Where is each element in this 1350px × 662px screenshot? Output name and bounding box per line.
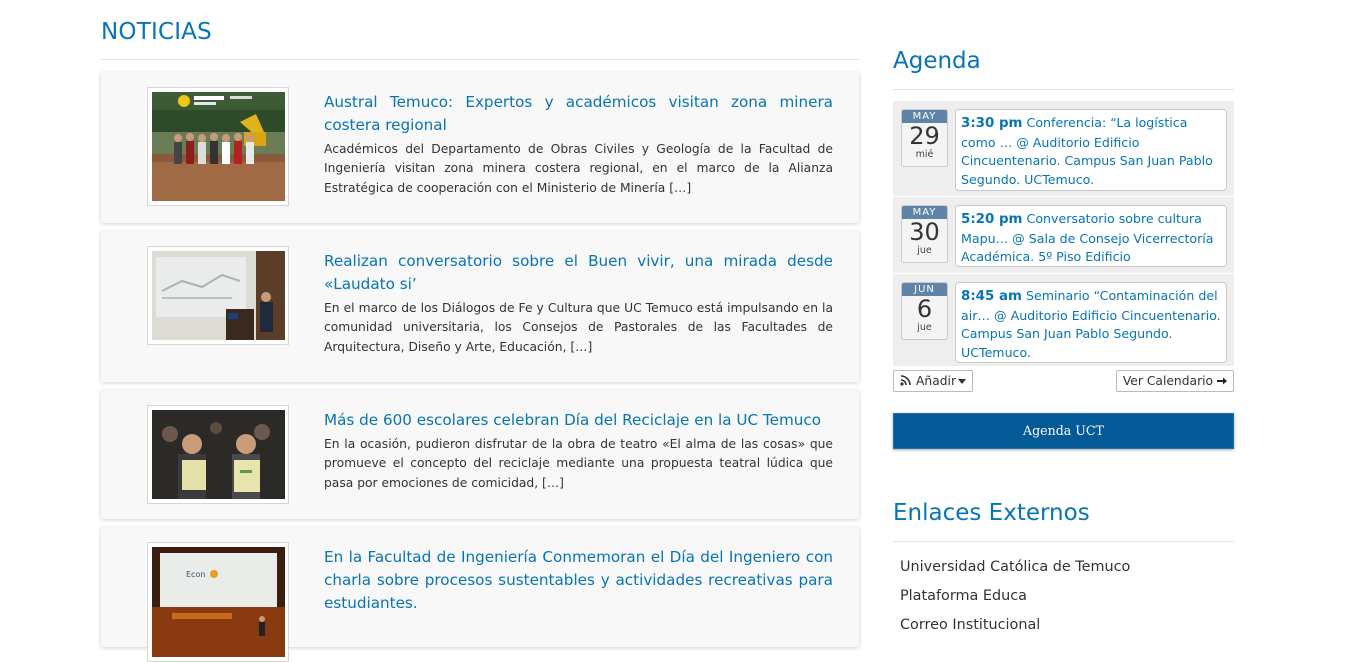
- external-links-heading: Enlaces Externos: [893, 500, 1090, 526]
- news-card-body: Austral Temuco: Expertos y académicos vi…: [324, 91, 833, 198]
- news-thumbnail[interactable]: [147, 405, 289, 504]
- event-date-badge: MAY 29 mié: [901, 109, 948, 167]
- news-card: Econ En la Facultad de Ingeniería Conmem…: [101, 527, 859, 662]
- svg-text:Econ: Econ: [186, 570, 205, 579]
- news-card-body: Más de 600 escolares celebran Día del Re…: [324, 409, 833, 493]
- news-thumbnail[interactable]: [147, 246, 289, 345]
- speaker-at-podium-photo: [152, 251, 285, 340]
- news-card: Realizan conversatorio sobre el Buen viv…: [101, 231, 859, 382]
- external-link[interactable]: Plataforma Educa: [900, 582, 1130, 611]
- group-at-mining-site-photo: [152, 92, 285, 201]
- news-card-body: En la Facultad de Ingeniería Conmemoran …: [324, 546, 833, 618]
- agenda-event: MAY 29 mié 3:30 pm Conferencia: “La logí…: [893, 101, 1234, 196]
- add-label: Añadir: [916, 374, 957, 388]
- external-links-list: Universidad Católica de Temuco Plataform…: [900, 553, 1130, 640]
- event-day: 30: [909, 218, 940, 246]
- view-calendar-label: Ver Calendario: [1122, 374, 1214, 388]
- agenda-event: JUN 6 jue 8:45 am Seminario “Contaminaci…: [893, 274, 1234, 366]
- news-title-link[interactable]: Austral Temuco: Expertos y académicos vi…: [324, 91, 833, 137]
- event-time: 5:20 pm: [961, 212, 1023, 227]
- arrow-right-icon: [1217, 377, 1227, 385]
- event-weekday: jue: [917, 322, 932, 333]
- agenda-heading: Agenda: [893, 48, 981, 74]
- event-details-link[interactable]: 3:30 pm Conferencia: “La logística como …: [955, 109, 1227, 191]
- event-weekday: mié: [915, 149, 934, 160]
- event-time: 3:30 pm: [961, 116, 1023, 131]
- news-heading: NOTICIAS: [101, 19, 212, 45]
- view-calendar-button[interactable]: Ver Calendario: [1115, 370, 1234, 392]
- external-links-divider: [893, 541, 1234, 542]
- news-title-link[interactable]: Realizan conversatorio sobre el Buen viv…: [324, 250, 833, 296]
- external-link[interactable]: Universidad Católica de Temuco: [900, 553, 1130, 582]
- news-excerpt: En la ocasión, pudieron disfrutar de la …: [324, 437, 833, 490]
- event-time: 8:45 am: [961, 289, 1022, 304]
- agenda-divider: [893, 89, 1234, 90]
- children-with-bags-photo: [152, 410, 285, 499]
- auditorium-stage-photo: Econ: [152, 547, 285, 657]
- chevron-down-icon: [958, 379, 967, 384]
- event-details-link[interactable]: 8:45 am Seminario “Contaminación del air…: [955, 282, 1227, 363]
- news-thumbnail[interactable]: Econ: [147, 542, 289, 662]
- news-excerpt: Académicos del Departamento de Obras Civ…: [324, 142, 833, 195]
- agenda-event: MAY 30 jue 5:20 pm Conversatorio sobre c…: [893, 197, 1234, 273]
- news-title-link[interactable]: En la Facultad de Ingeniería Conmemoran …: [324, 546, 833, 615]
- news-title-link[interactable]: Más de 600 escolares celebran Día del Re…: [324, 409, 833, 432]
- event-day: 6: [916, 295, 933, 323]
- news-excerpt: En el marco de los Diálogos de Fe y Cult…: [324, 301, 833, 354]
- agenda-uct-button[interactable]: Agenda UCT: [893, 413, 1234, 449]
- event-day: 29: [909, 122, 940, 150]
- news-thumbnail[interactable]: [147, 87, 289, 206]
- news-divider: [101, 59, 859, 60]
- rss-icon: [900, 375, 911, 386]
- add-calendar-dropdown[interactable]: Añadir: [893, 370, 974, 392]
- event-details-link[interactable]: 5:20 pm Conversatorio sobre cultura Mapu…: [955, 205, 1227, 267]
- news-card: Austral Temuco: Expertos y académicos vi…: [101, 72, 859, 223]
- event-date-badge: MAY 30 jue: [901, 205, 948, 263]
- news-card-body: Realizan conversatorio sobre el Buen viv…: [324, 250, 833, 357]
- event-weekday: jue: [917, 245, 932, 256]
- news-card: Más de 600 escolares celebran Día del Re…: [101, 390, 859, 519]
- event-date-badge: JUN 6 jue: [901, 282, 948, 340]
